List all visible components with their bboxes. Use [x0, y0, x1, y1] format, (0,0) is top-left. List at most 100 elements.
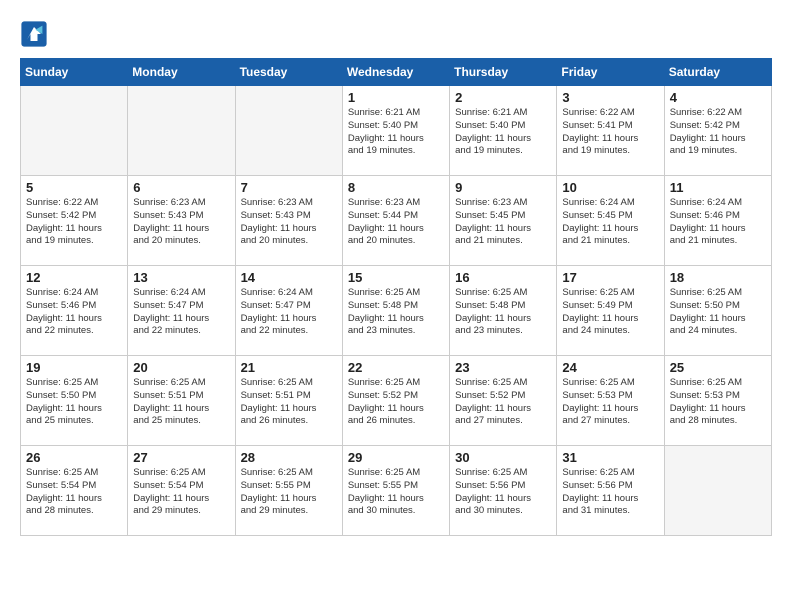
day-number: 24 — [562, 360, 658, 375]
day-number: 30 — [455, 450, 551, 465]
day-info: Sunrise: 6:25 AM Sunset: 5:48 PM Dayligh… — [348, 287, 444, 338]
weekday-header-friday: Friday — [557, 59, 664, 86]
calendar-cell: 20 Sunrise: 6:25 AM Sunset: 5:51 PM Dayli… — [128, 356, 235, 446]
day-info: Sunrise: 6:22 AM Sunset: 5:42 PM Dayligh… — [670, 107, 766, 158]
calendar-cell: 8 Sunrise: 6:23 AM Sunset: 5:44 PM Daylig… — [342, 176, 449, 266]
weekday-header-sunday: Sunday — [21, 59, 128, 86]
week-row-1: 1 Sunrise: 6:21 AM Sunset: 5:40 PM Daylig… — [21, 86, 772, 176]
calendar-cell: 15Sunrise: 6:25 AM Sunset: 5:48 PM Dayli… — [342, 266, 449, 356]
day-number: 8 — [348, 180, 444, 195]
day-number: 6 — [133, 180, 229, 195]
calendar-cell: 5Sunrise: 6:22 AM Sunset: 5:42 PM Daylig… — [21, 176, 128, 266]
calendar-table: SundayMondayTuesdayWednesdayThursdayFrid… — [20, 58, 772, 536]
day-info: Sunrise: 6:23 AM Sunset: 5:43 PM Dayligh… — [241, 197, 337, 248]
day-info: Sunrise: 6:22 AM Sunset: 5:42 PM Dayligh… — [26, 197, 122, 248]
calendar-cell: 16Sunrise: 6:25 AM Sunset: 5:48 PM Dayli… — [450, 266, 557, 356]
calendar-cell: 14 Sunrise: 6:24 AM Sunset: 5:47 PM Dayli… — [235, 266, 342, 356]
calendar-cell: 10 Sunrise: 6:24 AM Sunset: 5:45 PM Dayli… — [557, 176, 664, 266]
day-info: Sunrise: 6:21 AM Sunset: 5:40 PM Dayligh… — [455, 107, 551, 158]
day-number: 20 — [133, 360, 229, 375]
day-number: 22 — [348, 360, 444, 375]
day-info: Sunrise: 6:25 AM Sunset: 5:51 PM Dayligh… — [133, 377, 229, 428]
day-info: Sunrise: 6:25 AM Sunset: 5:54 PM Dayligh… — [26, 467, 122, 518]
day-info: Sunrise: 6:24 AM Sunset: 5:45 PM Dayligh… — [562, 197, 658, 248]
day-number: 7 — [241, 180, 337, 195]
calendar-cell: 25Sunrise: 6:25 AM Sunset: 5:53 PM Dayli… — [664, 356, 771, 446]
calendar-cell: 9 Sunrise: 6:23 AM Sunset: 5:45 PM Daylig… — [450, 176, 557, 266]
day-number: 2 — [455, 90, 551, 105]
day-number: 25 — [670, 360, 766, 375]
calendar-cell: 28 Sunrise: 6:25 AM Sunset: 5:55 PM Dayli… — [235, 446, 342, 536]
week-row-5: 26 Sunrise: 6:25 AM Sunset: 5:54 PM Dayli… — [21, 446, 772, 536]
calendar-cell: 18 Sunrise: 6:25 AM Sunset: 5:50 PM Dayli… — [664, 266, 771, 356]
day-number: 18 — [670, 270, 766, 285]
day-info: Sunrise: 6:21 AM Sunset: 5:40 PM Dayligh… — [348, 107, 444, 158]
calendar-cell: 26 Sunrise: 6:25 AM Sunset: 5:54 PM Dayli… — [21, 446, 128, 536]
day-number: 28 — [241, 450, 337, 465]
day-info: Sunrise: 6:23 AM Sunset: 5:43 PM Dayligh… — [133, 197, 229, 248]
weekday-header-tuesday: Tuesday — [235, 59, 342, 86]
day-info: Sunrise: 6:24 AM Sunset: 5:46 PM Dayligh… — [26, 287, 122, 338]
day-info: Sunrise: 6:25 AM Sunset: 5:55 PM Dayligh… — [348, 467, 444, 518]
day-info: Sunrise: 6:24 AM Sunset: 5:47 PM Dayligh… — [241, 287, 337, 338]
calendar-cell — [128, 86, 235, 176]
day-number: 12 — [26, 270, 122, 285]
day-info: Sunrise: 6:23 AM Sunset: 5:44 PM Dayligh… — [348, 197, 444, 248]
page-header — [20, 20, 772, 48]
calendar-cell: 7 Sunrise: 6:23 AM Sunset: 5:43 PM Daylig… — [235, 176, 342, 266]
day-info: Sunrise: 6:25 AM Sunset: 5:52 PM Dayligh… — [348, 377, 444, 428]
day-info: Sunrise: 6:25 AM Sunset: 5:51 PM Dayligh… — [241, 377, 337, 428]
day-info: Sunrise: 6:25 AM Sunset: 5:52 PM Dayligh… — [455, 377, 551, 428]
calendar-cell: 17 Sunrise: 6:25 AM Sunset: 5:49 PM Dayli… — [557, 266, 664, 356]
day-info: Sunrise: 6:25 AM Sunset: 5:56 PM Dayligh… — [455, 467, 551, 518]
day-number: 9 — [455, 180, 551, 195]
day-number: 4 — [670, 90, 766, 105]
day-number: 19 — [26, 360, 122, 375]
day-number: 31 — [562, 450, 658, 465]
calendar-cell: 29Sunrise: 6:25 AM Sunset: 5:55 PM Dayli… — [342, 446, 449, 536]
calendar-cell: 24 Sunrise: 6:25 AM Sunset: 5:53 PM Dayli… — [557, 356, 664, 446]
calendar-cell — [21, 86, 128, 176]
calendar-cell: 19 Sunrise: 6:25 AM Sunset: 5:50 PM Dayli… — [21, 356, 128, 446]
week-row-3: 12 Sunrise: 6:24 AM Sunset: 5:46 PM Dayli… — [21, 266, 772, 356]
calendar-cell: 23 Sunrise: 6:25 AM Sunset: 5:52 PM Dayli… — [450, 356, 557, 446]
week-row-2: 5Sunrise: 6:22 AM Sunset: 5:42 PM Daylig… — [21, 176, 772, 266]
day-number: 11 — [670, 180, 766, 195]
calendar-cell: 31 Sunrise: 6:25 AM Sunset: 5:56 PM Dayli… — [557, 446, 664, 536]
day-info: Sunrise: 6:25 AM Sunset: 5:50 PM Dayligh… — [26, 377, 122, 428]
day-number: 26 — [26, 450, 122, 465]
calendar-cell: 4 Sunrise: 6:22 AM Sunset: 5:42 PM Daylig… — [664, 86, 771, 176]
calendar-cell: 6 Sunrise: 6:23 AM Sunset: 5:43 PM Daylig… — [128, 176, 235, 266]
day-info: Sunrise: 6:24 AM Sunset: 5:47 PM Dayligh… — [133, 287, 229, 338]
day-number: 10 — [562, 180, 658, 195]
calendar-cell — [235, 86, 342, 176]
calendar-cell: 21 Sunrise: 6:25 AM Sunset: 5:51 PM Dayli… — [235, 356, 342, 446]
day-info: Sunrise: 6:25 AM Sunset: 5:55 PM Dayligh… — [241, 467, 337, 518]
logo-icon — [20, 20, 48, 48]
day-info: Sunrise: 6:23 AM Sunset: 5:45 PM Dayligh… — [455, 197, 551, 248]
day-info: Sunrise: 6:22 AM Sunset: 5:41 PM Dayligh… — [562, 107, 658, 158]
calendar-cell: 2 Sunrise: 6:21 AM Sunset: 5:40 PM Daylig… — [450, 86, 557, 176]
day-number: 21 — [241, 360, 337, 375]
weekday-header-row: SundayMondayTuesdayWednesdayThursdayFrid… — [21, 59, 772, 86]
week-row-4: 19 Sunrise: 6:25 AM Sunset: 5:50 PM Dayli… — [21, 356, 772, 446]
day-number: 27 — [133, 450, 229, 465]
day-info: Sunrise: 6:24 AM Sunset: 5:46 PM Dayligh… — [670, 197, 766, 248]
logo — [20, 20, 52, 48]
day-info: Sunrise: 6:25 AM Sunset: 5:48 PM Dayligh… — [455, 287, 551, 338]
day-info: Sunrise: 6:25 AM Sunset: 5:49 PM Dayligh… — [562, 287, 658, 338]
calendar-cell: 27 Sunrise: 6:25 AM Sunset: 5:54 PM Dayli… — [128, 446, 235, 536]
weekday-header-saturday: Saturday — [664, 59, 771, 86]
day-info: Sunrise: 6:25 AM Sunset: 5:53 PM Dayligh… — [562, 377, 658, 428]
day-info: Sunrise: 6:25 AM Sunset: 5:54 PM Dayligh… — [133, 467, 229, 518]
day-number: 1 — [348, 90, 444, 105]
day-info: Sunrise: 6:25 AM Sunset: 5:56 PM Dayligh… — [562, 467, 658, 518]
calendar-cell: 1 Sunrise: 6:21 AM Sunset: 5:40 PM Daylig… — [342, 86, 449, 176]
day-number: 17 — [562, 270, 658, 285]
calendar-cell: 22 Sunrise: 6:25 AM Sunset: 5:52 PM Dayli… — [342, 356, 449, 446]
calendar-cell: 12 Sunrise: 6:24 AM Sunset: 5:46 PM Dayli… — [21, 266, 128, 356]
calendar-cell: 3Sunrise: 6:22 AM Sunset: 5:41 PM Daylig… — [557, 86, 664, 176]
day-number: 23 — [455, 360, 551, 375]
day-number: 14 — [241, 270, 337, 285]
day-info: Sunrise: 6:25 AM Sunset: 5:50 PM Dayligh… — [670, 287, 766, 338]
